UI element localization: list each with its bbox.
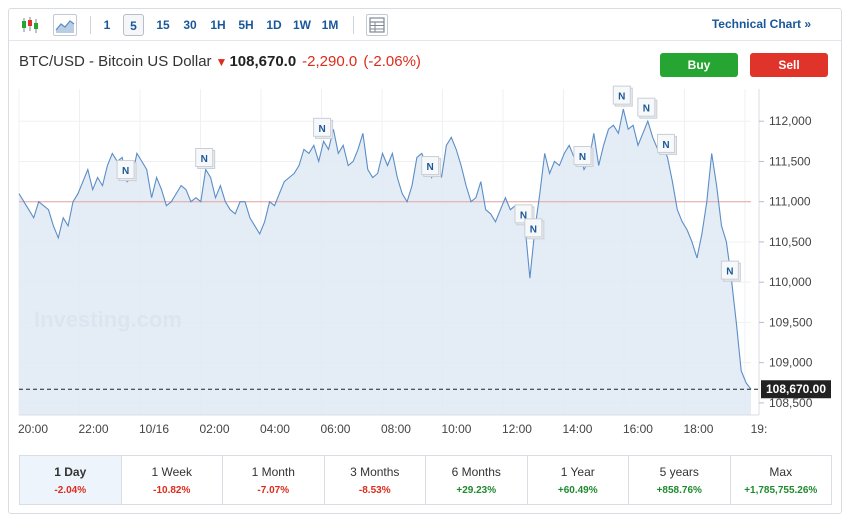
news-marker: N [573, 145, 594, 167]
news-marker-label: N [618, 92, 625, 103]
x-tick-label: 22:00 [78, 422, 108, 436]
period-1-month[interactable]: 1 Month -7.07% [223, 456, 325, 504]
news-marker: N [656, 133, 677, 155]
period-6-months[interactable]: 6 Months +29.23% [426, 456, 528, 504]
news-marker: N [195, 147, 216, 169]
period-label: Max [769, 465, 793, 479]
x-tick-label: 04:00 [260, 422, 290, 436]
price-area [19, 109, 751, 415]
period-label: 1 Year [560, 465, 595, 479]
news-marker-label: N [530, 224, 537, 235]
last-price-text: 108,670.00 [766, 382, 826, 396]
news-marker-label: N [427, 162, 434, 173]
x-tick-label: 12:00 [502, 422, 532, 436]
x-tick-label: 18:00 [683, 422, 713, 436]
period-change: +60.49% [557, 485, 598, 496]
y-tick-label: 111,000 [769, 195, 811, 209]
y-axis: 112,000 111,500 111,000 110,500 110,000 109,5… [758, 89, 813, 415]
news-marker: N [720, 260, 741, 282]
x-tick-label: 02:00 [199, 422, 229, 436]
y-tick-label: 112,000 [769, 114, 812, 128]
period-5-years[interactable]: 5 years +858.76% [629, 456, 731, 504]
period-label: 6 Months [451, 465, 501, 479]
news-marker-label: N [122, 166, 129, 177]
news-marker: N [421, 156, 442, 178]
news-marker-label: N [579, 152, 586, 163]
x-tick-label: 14:00 [562, 422, 592, 436]
x-tick-label: 16:00 [623, 422, 653, 436]
period-change: +1,785,755.26% [744, 485, 818, 496]
period-change: +858.76% [656, 485, 702, 496]
period-3-months[interactable]: 3 Months -8.53% [325, 456, 426, 504]
x-tick-label: 10:00 [441, 422, 471, 436]
x-tick-label: 20:00 [18, 422, 48, 436]
y-tick-label: 110,000 [769, 275, 812, 289]
y-tick-label: 109,000 [769, 356, 813, 370]
period-label: 3 Months [350, 465, 400, 479]
news-marker: N [637, 97, 658, 119]
news-marker-label: N [643, 104, 650, 115]
x-tick-label: 08:00 [381, 422, 411, 436]
last-price-label: 108,670.00 [761, 380, 831, 399]
news-marker: N [313, 117, 334, 139]
period-change: -7.07% [257, 485, 290, 496]
period-change: +29.23% [456, 485, 497, 496]
x-tick-label: 06:00 [320, 422, 350, 436]
news-marker-label: N [201, 154, 208, 165]
period-1-year[interactable]: 1 Year +60.49% [528, 456, 629, 504]
y-tick-label: 110,500 [769, 235, 812, 249]
period-1-week[interactable]: 1 Week -10.82% [122, 456, 223, 504]
period-label: 1 Week [151, 465, 192, 479]
price-chart[interactable]: Investing.com NNNNNNNNNNN 112,000111,500… [9, 9, 841, 449]
period-change: -10.82% [153, 485, 191, 496]
x-axis: 20:00 22:00 10/16 02:00 04:00 06:00 08:00 10:00… [18, 414, 768, 436]
y-tick-label: 111,500 [769, 154, 811, 168]
news-marker-label: N [726, 267, 733, 278]
news-marker-label: N [662, 140, 669, 151]
period-change: -8.53% [358, 485, 391, 496]
chart-widget: 1 5 15 30 1H 5H 1D 1W 1M Technical Chart… [8, 8, 842, 514]
period-1-day[interactable]: 1 Day -2.04% [20, 456, 122, 504]
period-change: -2.04% [54, 485, 87, 496]
performance-periods: 1 Day -2.04% 1 Week -10.82% 1 Month -7.0… [19, 455, 832, 505]
news-marker: N [116, 160, 137, 182]
x-tick-label: 19: [751, 422, 768, 436]
news-marker-label: N [318, 124, 325, 135]
period-label: 1 Month [251, 465, 295, 479]
period-max[interactable]: Max +1,785,755.26% [731, 456, 832, 504]
period-label: 1 Day [54, 465, 87, 479]
news-marker: N [524, 218, 545, 240]
news-marker: N [612, 85, 633, 107]
y-tick-label: 109,500 [769, 315, 813, 329]
x-tick-label: 10/16 [139, 422, 169, 436]
period-label: 5 years [659, 465, 699, 479]
